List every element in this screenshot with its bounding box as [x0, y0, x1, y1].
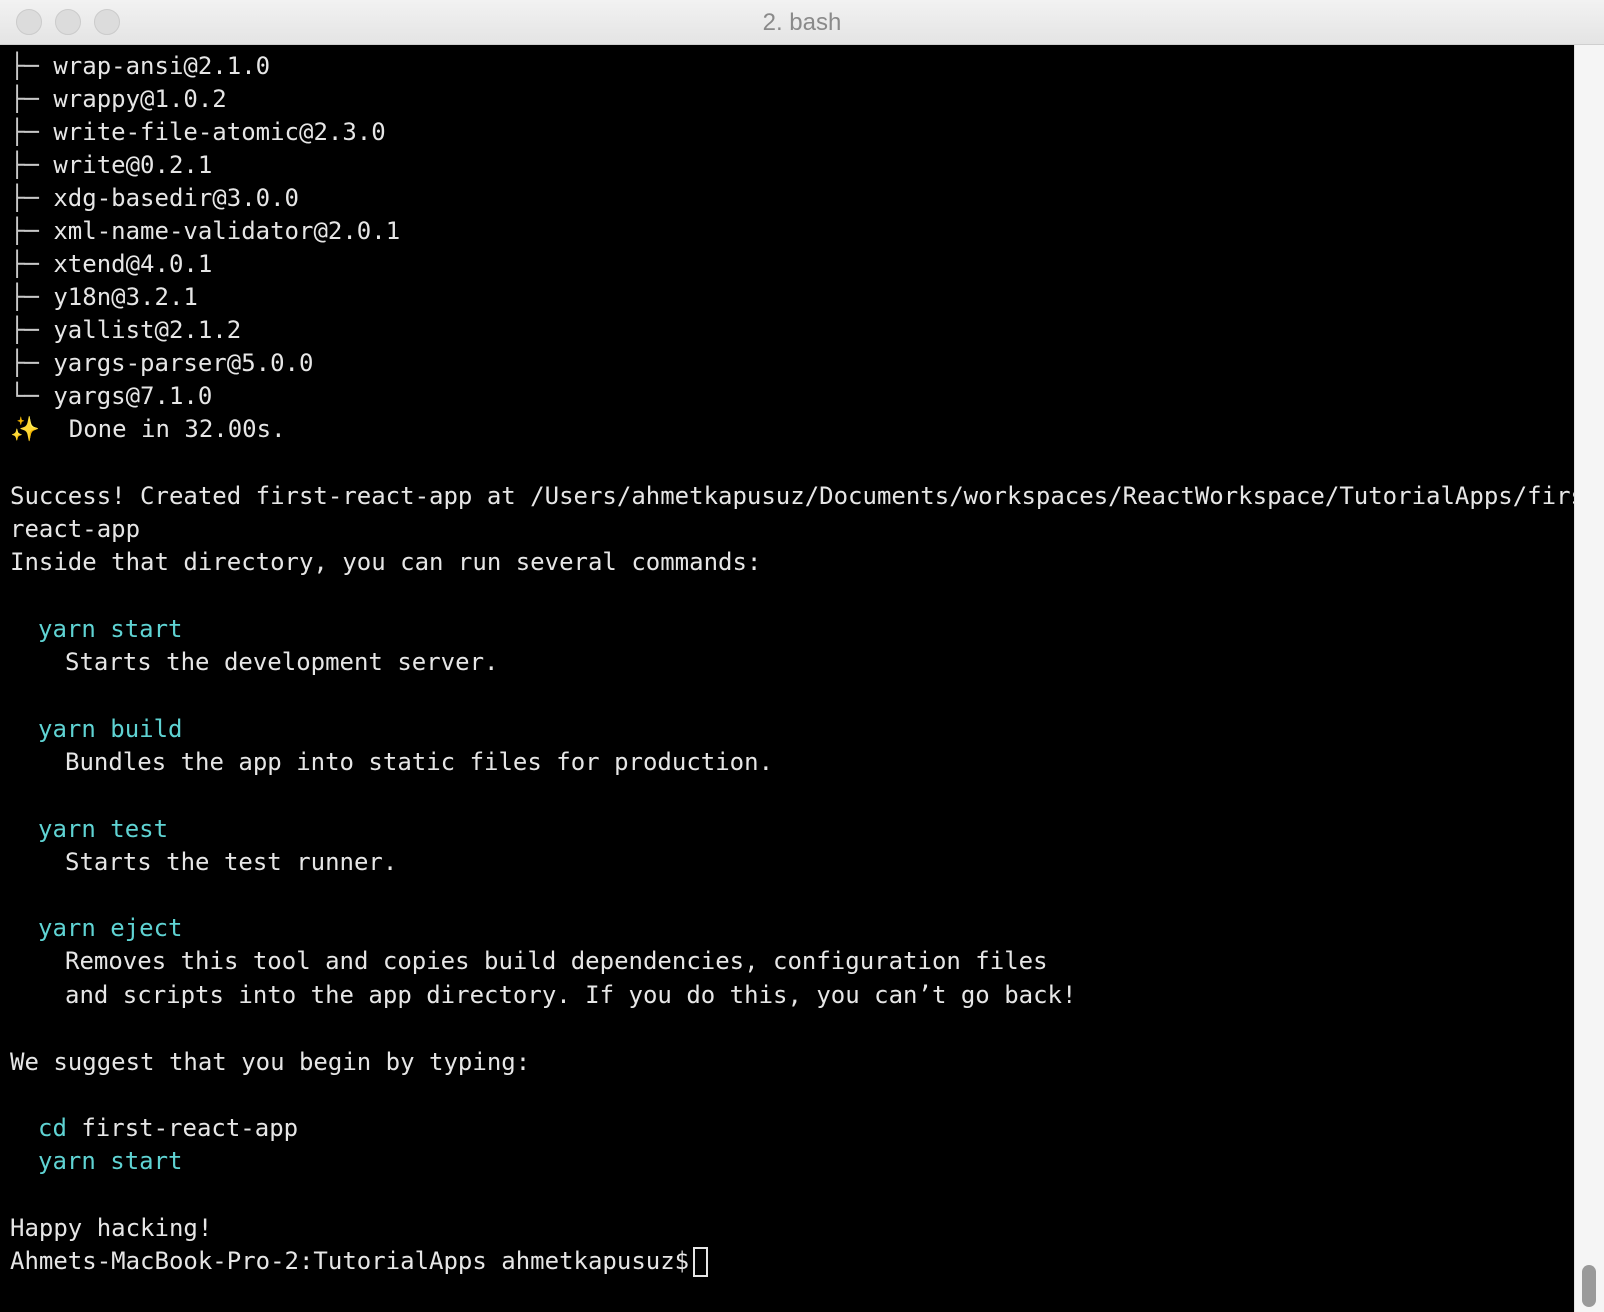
happy-hacking-message: Happy hacking!: [10, 1214, 213, 1242]
title-bar[interactable]: 2. bash: [0, 0, 1604, 45]
terminal-window: 2. bash ├─ wrap-ansi@2.1.0 ├─ wrappy@1.0…: [0, 0, 1604, 1312]
success-message-line1: Success! Created first-react-app at /Use…: [10, 482, 1574, 510]
tree-item: write-file-atomic@2.3.0: [53, 118, 386, 146]
tree-item: xml-name-validator@2.0.1: [53, 217, 401, 245]
cd-argument: first-react-app: [81, 1114, 299, 1142]
vertical-scrollbar[interactable]: [1574, 45, 1604, 1312]
command-yarn-build: yarn build: [38, 715, 183, 743]
suggest-message: We suggest that you begin by typing:: [10, 1048, 531, 1076]
command-yarn-eject: yarn eject: [38, 914, 183, 942]
command-description: Starts the test runner.: [65, 848, 398, 876]
tree-line: ├─ wrappy@1.0.2: [10, 82, 227, 116]
command-description: Removes this tool and copies build depen…: [65, 947, 1048, 975]
tree-line: └─ yargs@7.1.0: [10, 379, 212, 413]
tree-branch-glyph: ├─: [10, 316, 39, 344]
text-cursor: [693, 1247, 709, 1277]
tree-branch-glyph: ├─: [10, 349, 39, 377]
tree-item: yargs-parser@5.0.0: [53, 349, 314, 377]
tree-branch-glyph: ├─: [10, 184, 39, 212]
done-message: ✨ Done in 32.00s.: [10, 415, 286, 443]
tree-line: ├─ xml-name-validator@2.0.1: [10, 214, 400, 248]
command-description: and scripts into the app directory. If y…: [65, 981, 1077, 1009]
command-description: Starts the development server.: [65, 648, 499, 676]
tree-branch-glyph: ├─: [10, 151, 39, 179]
tree-item: y18n@3.2.1: [53, 283, 198, 311]
suggest-cd-line: cd first-react-app: [38, 1111, 298, 1145]
command-description: Bundles the app into static files for pr…: [65, 748, 774, 776]
tree-branch-glyph: ├─: [10, 217, 39, 245]
tree-branch-glyph: ├─: [10, 118, 39, 146]
tree-item: yallist@2.1.2: [53, 316, 242, 344]
tree-line: ├─ xdg-basedir@3.0.0: [10, 181, 299, 215]
tree-branch-glyph: ├─: [10, 52, 39, 80]
cd-keyword: cd: [38, 1114, 67, 1142]
scrollbar-thumb[interactable]: [1582, 1265, 1596, 1307]
prompt-line[interactable]: Ahmets-MacBook-Pro-2:TutorialApps ahmetk…: [10, 1244, 709, 1278]
tree-item: xtend@4.0.1: [53, 250, 213, 278]
terminal-output[interactable]: ├─ wrap-ansi@2.1.0 ├─ wrappy@1.0.2 ├─ wr…: [0, 45, 1574, 1312]
tree-branch-glyph: ├─: [10, 85, 39, 113]
tree-line: ├─ yallist@2.1.2: [10, 313, 241, 347]
tree-line: ├─ write-file-atomic@2.3.0: [10, 115, 386, 149]
tree-item: yargs@7.1.0: [53, 382, 213, 410]
tree-last-glyph: └─: [10, 382, 39, 410]
tree-item: wrap-ansi@2.1.0: [53, 52, 271, 80]
tree-line: ├─ y18n@3.2.1: [10, 280, 198, 314]
tree-branch-glyph: ├─: [10, 250, 39, 278]
tree-line: ├─ yargs-parser@5.0.0: [10, 346, 313, 380]
tree-line: ├─ write@0.2.1: [10, 148, 212, 182]
tree-item: xdg-basedir@3.0.0: [53, 184, 299, 212]
shell-prompt: Ahmets-MacBook-Pro-2:TutorialApps ahmetk…: [10, 1247, 690, 1275]
inside-directory-message: Inside that directory, you can run sever…: [10, 548, 762, 576]
tree-item: wrappy@1.0.2: [53, 85, 227, 113]
success-message-line2: react-app: [10, 515, 141, 543]
command-yarn-start: yarn start: [38, 615, 183, 643]
suggest-yarn-start: yarn start: [38, 1147, 183, 1175]
tree-branch-glyph: ├─: [10, 283, 39, 311]
tree-item: write@0.2.1: [53, 151, 213, 179]
tree-line: ├─ xtend@4.0.1: [10, 247, 212, 281]
window-title: 2. bash: [762, 9, 842, 36]
command-yarn-test: yarn test: [38, 815, 169, 843]
tree-line: ├─ wrap-ansi@2.1.0: [10, 49, 270, 83]
